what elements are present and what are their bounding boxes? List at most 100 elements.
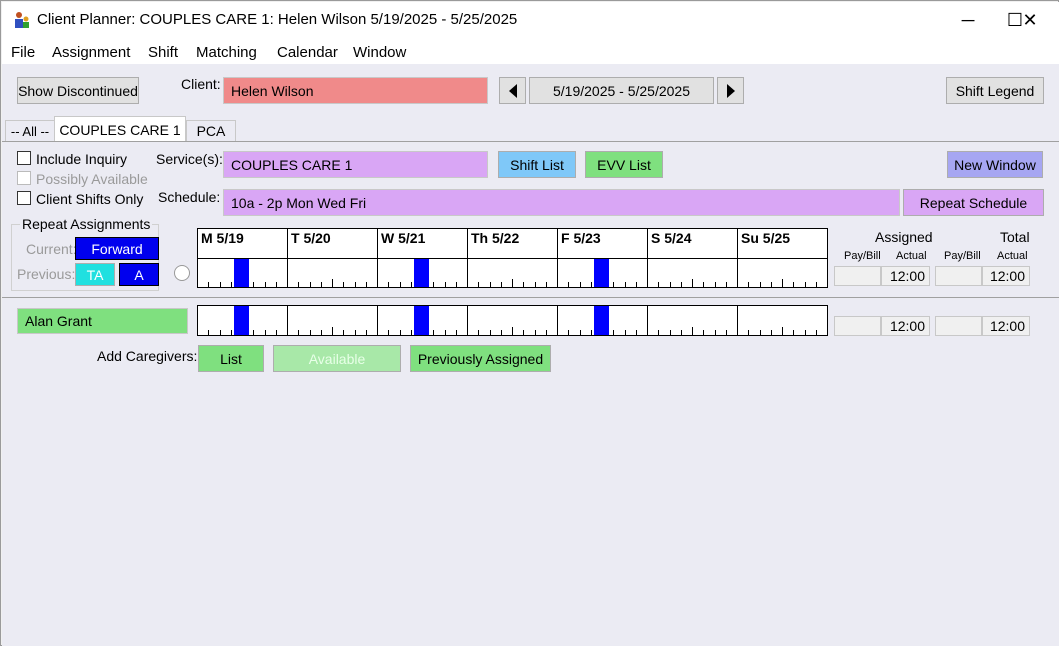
client-grid-tick [456,282,457,287]
client-grid-tick [298,282,299,287]
caregiver-grid-tick [658,330,659,335]
client-assigned-actual: 12:00 [881,266,930,286]
caregiver-grid-tick [411,330,412,335]
client-grid-tick [580,282,581,287]
menu-calendar[interactable]: Calendar [277,44,338,61]
caregiver-assigned-actual: 12:00 [881,316,930,336]
caregiver-day-divider [377,305,378,336]
caregiver-day-divider [467,305,468,336]
caregiver-shift-bar[interactable] [594,306,609,335]
caregiver-grid-tick [298,330,299,335]
tab-all[interactable]: -- All -- [5,120,55,141]
grid-header-divider [197,258,828,259]
caregiver-grid-tick [546,330,547,335]
forward-button[interactable]: Forward [75,237,159,260]
current-label: Current: [26,241,77,257]
client-grid-tick [546,282,547,287]
minimize-button-overlay[interactable] [946,2,992,38]
caregiver-shift-bar[interactable] [234,306,249,335]
select-all-radio[interactable] [174,265,190,281]
caregiver-grid-tick [748,330,749,335]
day-header: M 5/19 [201,230,244,246]
day-divider [467,228,468,288]
caregiver-day-divider [287,305,288,336]
caregiver-grid-tick [805,330,806,335]
client-shift-bar[interactable] [234,259,249,287]
caregiver-grid-tick [321,330,322,335]
caregiver-grid-tick [523,330,524,335]
client-grid-tick [220,282,221,287]
client-planner-window: Client Planner: COUPLES CARE 1: Helen Wi… [0,0,1059,646]
client-grid-tick [535,282,536,287]
client-shift-bar[interactable] [414,259,429,287]
pay-bill-header-2: Pay/Bill [944,250,981,262]
caregiver-grid-tick [208,330,209,335]
repeat-assignments-title: Repeat Assignments [20,216,153,232]
arrow-left-icon [508,83,517,98]
day-header: T 5/20 [291,230,331,246]
day-header: S 5/24 [651,230,692,246]
menu-assignment[interactable]: Assignment [52,44,130,61]
client-grid-tick [782,279,783,287]
caregiver-grid-tick [231,330,232,335]
add-caregivers-label: Add Caregivers: [97,348,198,364]
client-name-field[interactable]: Helen Wilson [223,77,488,104]
new-window-button[interactable]: New Window [947,151,1043,178]
schedule-field[interactable]: 10a - 2p Mon Wed Fri [223,189,900,216]
client-grid-tick [388,282,389,287]
repeat-schedule-button[interactable]: Repeat Schedule [903,189,1044,216]
client-shift-bar[interactable] [594,259,609,287]
service-field[interactable]: COUPLES CARE 1 [223,151,488,178]
menu-window[interactable]: Window [353,44,406,61]
caregiver-grid-tick [276,330,277,335]
menu-matching[interactable]: Matching [196,44,257,61]
show-discontinued-button[interactable]: Show Discontinued [17,77,139,104]
shift-list-button[interactable]: Shift List [498,151,576,178]
arrow-right-icon [726,83,735,98]
caregiver-shift-bar[interactable] [414,306,429,335]
caregiver-grid-tick [535,330,536,335]
previous-ta-button[interactable]: TA [75,263,115,286]
day-divider [377,228,378,288]
caregiver-grid-tick [388,330,389,335]
caregiver-name-field[interactable]: Alan Grant [17,308,188,334]
total-header: Total [1000,229,1030,245]
client-grid-tick [760,282,761,287]
prev-week-button[interactable] [499,77,526,104]
client-grid-tick [321,282,322,287]
caregiver-grid-tick [355,330,356,335]
client-grid-tick [568,282,569,287]
previously-assigned-button[interactable]: Previously Assigned [410,345,551,372]
client-grid-tick [771,282,772,287]
next-week-button[interactable] [717,77,744,104]
client-shifts-only-checkbox[interactable] [17,191,31,205]
client-grid-tick [636,282,637,287]
day-divider [557,228,558,288]
menu-file[interactable]: File [11,44,35,61]
caregiver-grid-tick [265,330,266,335]
tab-pca[interactable]: PCA [186,120,236,141]
caregiver-grid-tick [456,330,457,335]
date-range-button[interactable]: 5/19/2025 - 5/25/2025 [529,77,714,104]
client-grid-tick [681,282,682,287]
actual-header: Actual [896,250,927,262]
possibly-available-checkbox[interactable] [17,171,31,185]
pay-bill-header: Pay/Bill [844,250,881,262]
caregiver-grid-tick [591,330,592,335]
day-header: F 5/23 [561,230,601,246]
include-inquiry-checkbox[interactable] [17,151,31,165]
menu-shift[interactable]: Shift [148,44,178,61]
close-button[interactable]: ✕ [1007,2,1053,38]
window-title: Client Planner: COUPLES CARE 1: Helen Wi… [37,11,518,28]
list-button[interactable]: List [198,345,264,372]
shift-legend-button[interactable]: Shift Legend [946,77,1044,104]
caregiver-grid-tick [400,330,401,335]
client-grid-tick [276,282,277,287]
caregiver-grid-tick [703,330,704,335]
available-button[interactable]: Available [273,345,401,372]
previous-a-button[interactable]: A [119,263,159,286]
tab-divider [2,141,1059,142]
tab-couples-care-1[interactable]: COUPLES CARE 1 [54,116,186,142]
evv-list-button[interactable]: EVV List [585,151,663,178]
client-grid-tick [805,282,806,287]
